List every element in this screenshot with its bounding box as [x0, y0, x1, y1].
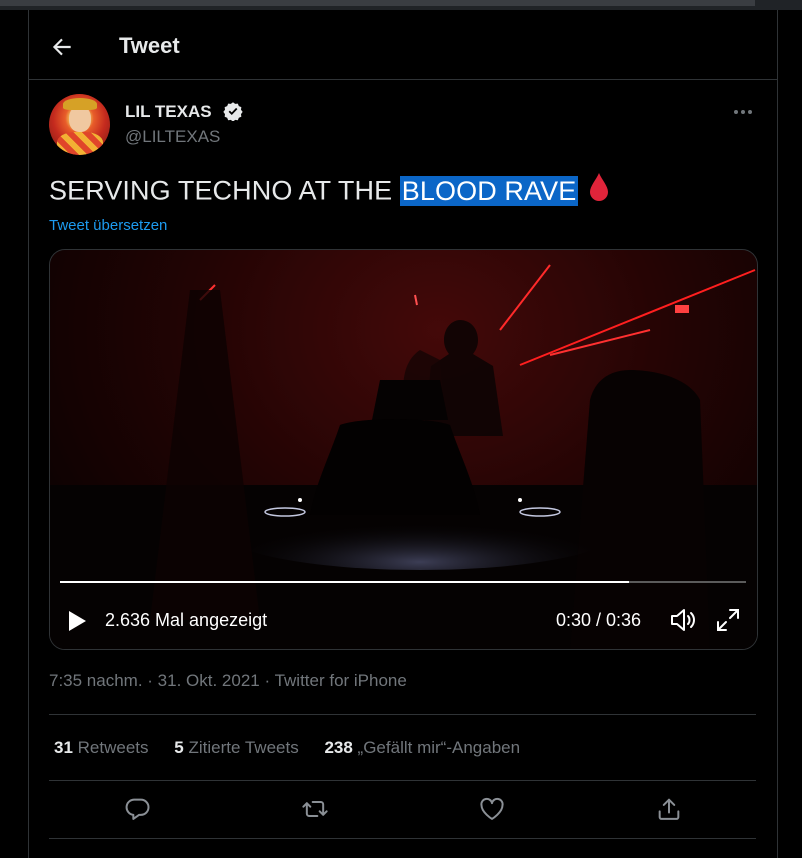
video-progress-bar[interactable] [60, 581, 746, 583]
scrollbar-thumb[interactable] [0, 0, 755, 6]
tweet-source[interactable]: Twitter for iPhone [275, 671, 407, 690]
tweet-time[interactable]: 7:35 nachm. [49, 671, 143, 690]
more-horizontal-icon[interactable] [731, 104, 755, 120]
page-header: Tweet [29, 10, 777, 80]
tweet-column: Tweet LIL TEXAS @LILTEXAS SERVING TECHNO… [28, 10, 778, 858]
avatar[interactable] [49, 94, 110, 155]
tweet-meta: 7:35 nachm. · 31. Okt. 2021 · Twitter fo… [49, 671, 407, 690]
tweet-stats: 31 Retweets 5 Zitierte Tweets 238 „Gefäl… [54, 738, 541, 758]
quote-tweets-stat[interactable]: 5 Zitierte Tweets [174, 738, 298, 758]
play-icon[interactable] [66, 609, 88, 633]
verified-badge-icon [223, 101, 243, 122]
video-progress-fill [60, 581, 629, 583]
likes-stat[interactable]: 238 „Gefällt mir“-Angaben [324, 738, 520, 758]
divider [49, 714, 756, 715]
tweet-actions [29, 795, 777, 825]
page-title: Tweet [119, 33, 180, 58]
arrow-left-icon[interactable] [49, 34, 75, 60]
fullscreen-icon[interactable] [715, 607, 741, 633]
translate-tweet-link[interactable]: Tweet übersetzen [49, 217, 167, 234]
share-icon[interactable] [655, 795, 683, 823]
tweet-text-main: SERVING TECHNO AT THE [49, 175, 400, 206]
video-timestamp: 0:30 / 0:36 [556, 610, 642, 630]
author-handle[interactable]: @LILTEXAS [125, 127, 220, 147]
video-view-count: 2.636 Mal angezeigt [105, 610, 268, 630]
tweet-date[interactable]: 31. Okt. 2021 [158, 671, 260, 690]
blood-drop-icon [588, 172, 610, 209]
tweet-text: SERVING TECHNO AT THE BLOOD RAVE [49, 172, 610, 211]
browser-scrollbar-track [0, 0, 802, 10]
author-name[interactable]: LIL TEXAS [125, 102, 212, 122]
divider [49, 838, 756, 839]
tweet-text-selected: BLOOD RAVE [399, 175, 579, 206]
retweet-icon[interactable] [301, 795, 329, 823]
volume-icon[interactable] [669, 607, 697, 633]
retweets-stat[interactable]: 31 Retweets [54, 738, 149, 758]
reply-icon[interactable] [124, 795, 152, 823]
heart-icon[interactable] [478, 795, 506, 823]
video-frame [50, 250, 757, 649]
video-player[interactable]: 2.636 Mal angezeigt 0:30 / 0:36 [49, 249, 758, 650]
divider [49, 780, 756, 781]
